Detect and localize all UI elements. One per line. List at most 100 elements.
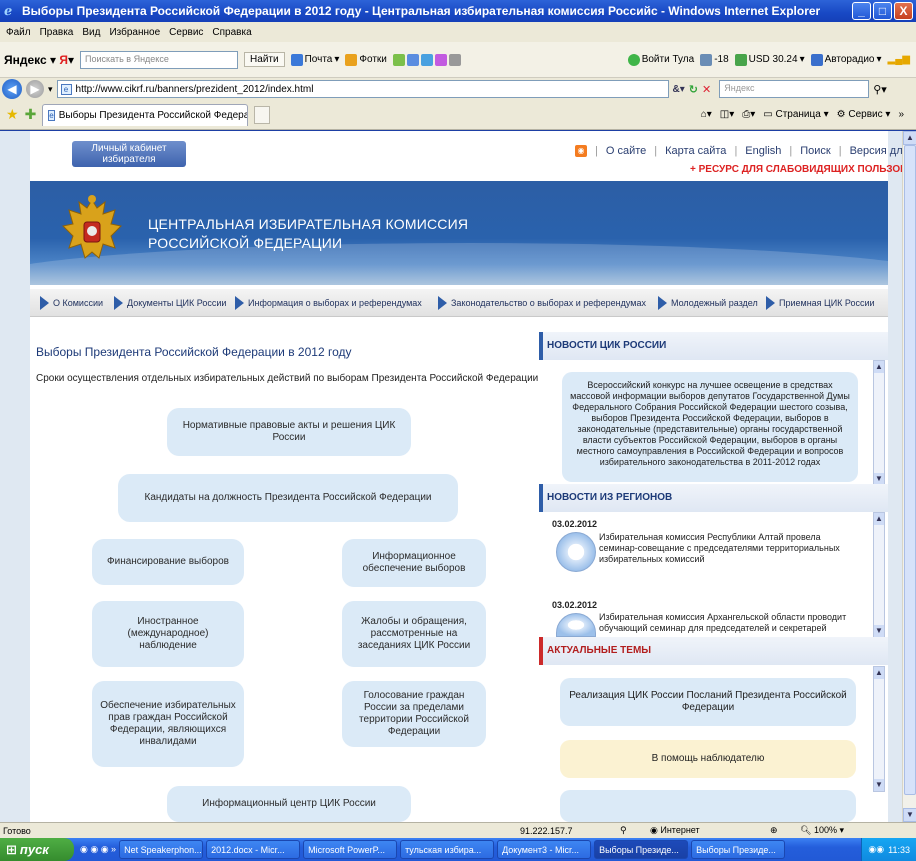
pill-voting-abroad[interactable]: Голосование граждан России за пределами … [342, 681, 486, 747]
tools-menu-button[interactable]: ⚙ Сервис ▾ [837, 109, 891, 120]
start-button[interactable]: ⊞ пуск [0, 838, 74, 861]
region-news-text[interactable]: Избирательная комиссия Республики Алтай … [599, 532, 861, 565]
pill-info-center[interactable]: Информационный центр ЦИК России [167, 786, 411, 822]
scroll-up-icon[interactable]: ▲ [874, 361, 884, 373]
browser-search-input[interactable]: Яндекс [719, 80, 870, 98]
pill-foreign-observation[interactable]: Иностранное (международное) наблюдение [92, 601, 244, 667]
nav-about[interactable]: О Комиссии [40, 295, 103, 310]
scroll-down-icon[interactable]: ▼ [903, 808, 916, 822]
clock[interactable]: 11:33 [888, 845, 910, 855]
feeds-icon[interactable]: ◫▾ [720, 109, 734, 120]
task-net-speakerphone[interactable]: Net Speakerphon... [119, 840, 204, 859]
link-about[interactable]: О сайте [606, 145, 646, 157]
pill-disabled-rights[interactable]: Обеспечение избирательных прав граждан Р… [92, 681, 244, 767]
status-zone[interactable]: ◉ Интернет [650, 825, 770, 836]
yandex-mail-button[interactable]: Почта ▾ [290, 53, 339, 66]
minimize-button[interactable]: _ [852, 2, 871, 20]
menu-file[interactable]: Файл [6, 27, 31, 38]
pill-normative-acts[interactable]: Нормативные правовые акты и решения ЦИК … [167, 408, 411, 456]
link-search[interactable]: Поиск [800, 145, 830, 157]
search-icon[interactable]: ⚲▾ [873, 83, 887, 96]
radio-widget[interactable]: Авторадио ▾ [810, 53, 882, 66]
tray-icons[interactable]: ◉◉ [868, 844, 884, 855]
pill-candidates[interactable]: Кандидаты на должность Президента Россий… [118, 474, 458, 522]
scroll-up-icon[interactable]: ▲ [874, 667, 884, 679]
news-cik-header[interactable]: НОВОСТИ ЦИК РОССИИ [539, 332, 888, 360]
low-vision-link[interactable]: + РЕСУРС ДЛЯ СЛАБОВИДЯЩИХ ПОЛЬЗОВАТЕЛЕЙ [690, 164, 902, 175]
topic-observer-help[interactable]: В помощь наблюдателю [560, 740, 856, 778]
new-tab-button[interactable] [254, 105, 271, 124]
scroll-up-icon[interactable]: ▲ [903, 131, 916, 145]
toolbar-icons[interactable] [392, 53, 461, 66]
protected-mode-icon[interactable]: ⊕ [770, 825, 800, 836]
task-powerpoint[interactable]: Microsoft PowerP... [303, 840, 398, 859]
maximize-button[interactable]: □ [873, 2, 892, 20]
pill-financing[interactable]: Финансирование выборов [92, 539, 244, 585]
topics-header[interactable]: АКТУАЛЬНЫЕ ТЕМЫ [539, 637, 888, 665]
scroll-down-icon[interactable]: ▼ [874, 779, 884, 791]
topic-next[interactable] [560, 790, 856, 822]
russian-emblem-icon[interactable] [61, 194, 123, 266]
task-ie-elections-1[interactable]: Выборы Президе... [594, 840, 689, 859]
task-ie-elections-2[interactable]: Выборы Президе... [691, 840, 786, 859]
yandex-search-input[interactable]: Поискать в Яндексе [80, 50, 239, 69]
menu-tools[interactable]: Сервис [169, 27, 203, 38]
window-titlebar: ℯ Выборы Президента Российской Федерации… [0, 0, 916, 22]
pill-info-support[interactable]: Информационное обеспечение выборов [342, 539, 486, 587]
currency-widget[interactable]: USD 30.24 ▾ [734, 53, 805, 66]
quick-launch-icons[interactable]: ◉ ◉ ◉ » [80, 844, 116, 855]
yandex-photos-button[interactable]: Фотки [345, 53, 387, 66]
home-icon[interactable]: ⌂▾ [701, 109, 712, 120]
yandex-find-button[interactable]: Найти [244, 52, 285, 67]
back-button[interactable]: ◀ [2, 79, 22, 99]
tab-active[interactable]: e Выборы Президента Российской Федерации… [42, 103, 249, 126]
nav-documents[interactable]: Документы ЦИК России [114, 295, 226, 310]
nav-legislation[interactable]: Законодательство о выборах и референдума… [438, 295, 646, 310]
regions-scrollbar[interactable]: ▲ ▼ [873, 512, 885, 638]
nav-youth[interactable]: Молодежный раздел [658, 295, 758, 310]
yandex-logo[interactable]: Яндекс ▾ Я▾ [4, 53, 74, 67]
signal-icon[interactable]: ▂▄▆ [888, 54, 916, 65]
stop-icon[interactable]: ✕ [702, 83, 711, 96]
news-scrollbar[interactable]: ▲ ▼ [873, 360, 885, 486]
forward-button[interactable]: ▶ [26, 80, 44, 98]
scroll-up-icon[interactable]: ▲ [874, 513, 884, 525]
news-cik-item[interactable]: Всероссийский конкурс на лучшее освещени… [562, 372, 858, 482]
compat-view-icon[interactable]: &▾ [673, 84, 685, 95]
task-tula-election[interactable]: тульская избира... [400, 840, 495, 859]
rss-icon[interactable]: ◉ [575, 145, 587, 157]
page-menu-button[interactable]: ▭ Страница ▾ [763, 109, 828, 120]
url-input[interactable]: e http://www.cikrf.ru/banners/prezident_… [56, 80, 669, 98]
zoom-level[interactable]: 🔍︎ 100% ▾ [800, 825, 844, 836]
task-word-2012[interactable]: 2012.docx - Micr... [206, 840, 301, 859]
news-regions-header[interactable]: НОВОСТИ ИЗ РЕГИОНОВ [539, 484, 888, 512]
menu-favorites[interactable]: Избранное [109, 27, 160, 38]
yandex-login-button[interactable]: Войти Тула [627, 53, 694, 66]
task-document3[interactable]: Документ3 - Micr... [497, 840, 592, 859]
close-button[interactable]: X [894, 2, 913, 20]
link-sitemap[interactable]: Карта сайта [665, 145, 726, 157]
print-icon[interactable]: ⎙▾ [742, 109, 755, 120]
link-english[interactable]: English [745, 145, 781, 157]
region-news-text[interactable]: Избирательная комиссия Архангельской обл… [599, 612, 861, 634]
topics-scrollbar[interactable]: ▲ ▼ [873, 666, 885, 792]
deadlines-link[interactable]: Сроки осуществления отдельных избиратель… [36, 373, 538, 384]
favorites-star-icon[interactable]: ★ [6, 106, 19, 123]
scroll-thumb[interactable] [904, 145, 916, 795]
voter-cabinet-button[interactable]: Личный кабинет избирателя [72, 141, 186, 167]
link-print-version[interactable]: Версия для печати [850, 145, 902, 157]
weather-widget[interactable]: -18 [700, 53, 729, 66]
pill-complaints[interactable]: Жалобы и обращения, рассмотренные на зас… [342, 601, 486, 667]
refresh-icon[interactable]: ↻ [689, 83, 698, 96]
more-commands-icon[interactable]: » [898, 109, 904, 120]
history-dropdown-icon[interactable]: ▾ [48, 84, 53, 95]
nav-elections-info[interactable]: Информация о выборах и референдумах [235, 295, 422, 310]
add-favorite-icon[interactable]: ✚ [25, 106, 37, 123]
scroll-down-icon[interactable]: ▼ [874, 625, 884, 637]
page-scrollbar[interactable]: ▲ ▼ [902, 131, 916, 822]
nav-reception[interactable]: Приемная ЦИК России [766, 295, 875, 310]
topic-president-messages[interactable]: Реализация ЦИК России Посланий Президент… [560, 678, 856, 726]
menu-edit[interactable]: Правка [40, 27, 74, 38]
menu-view[interactable]: Вид [82, 27, 100, 38]
menu-help[interactable]: Справка [212, 27, 251, 38]
